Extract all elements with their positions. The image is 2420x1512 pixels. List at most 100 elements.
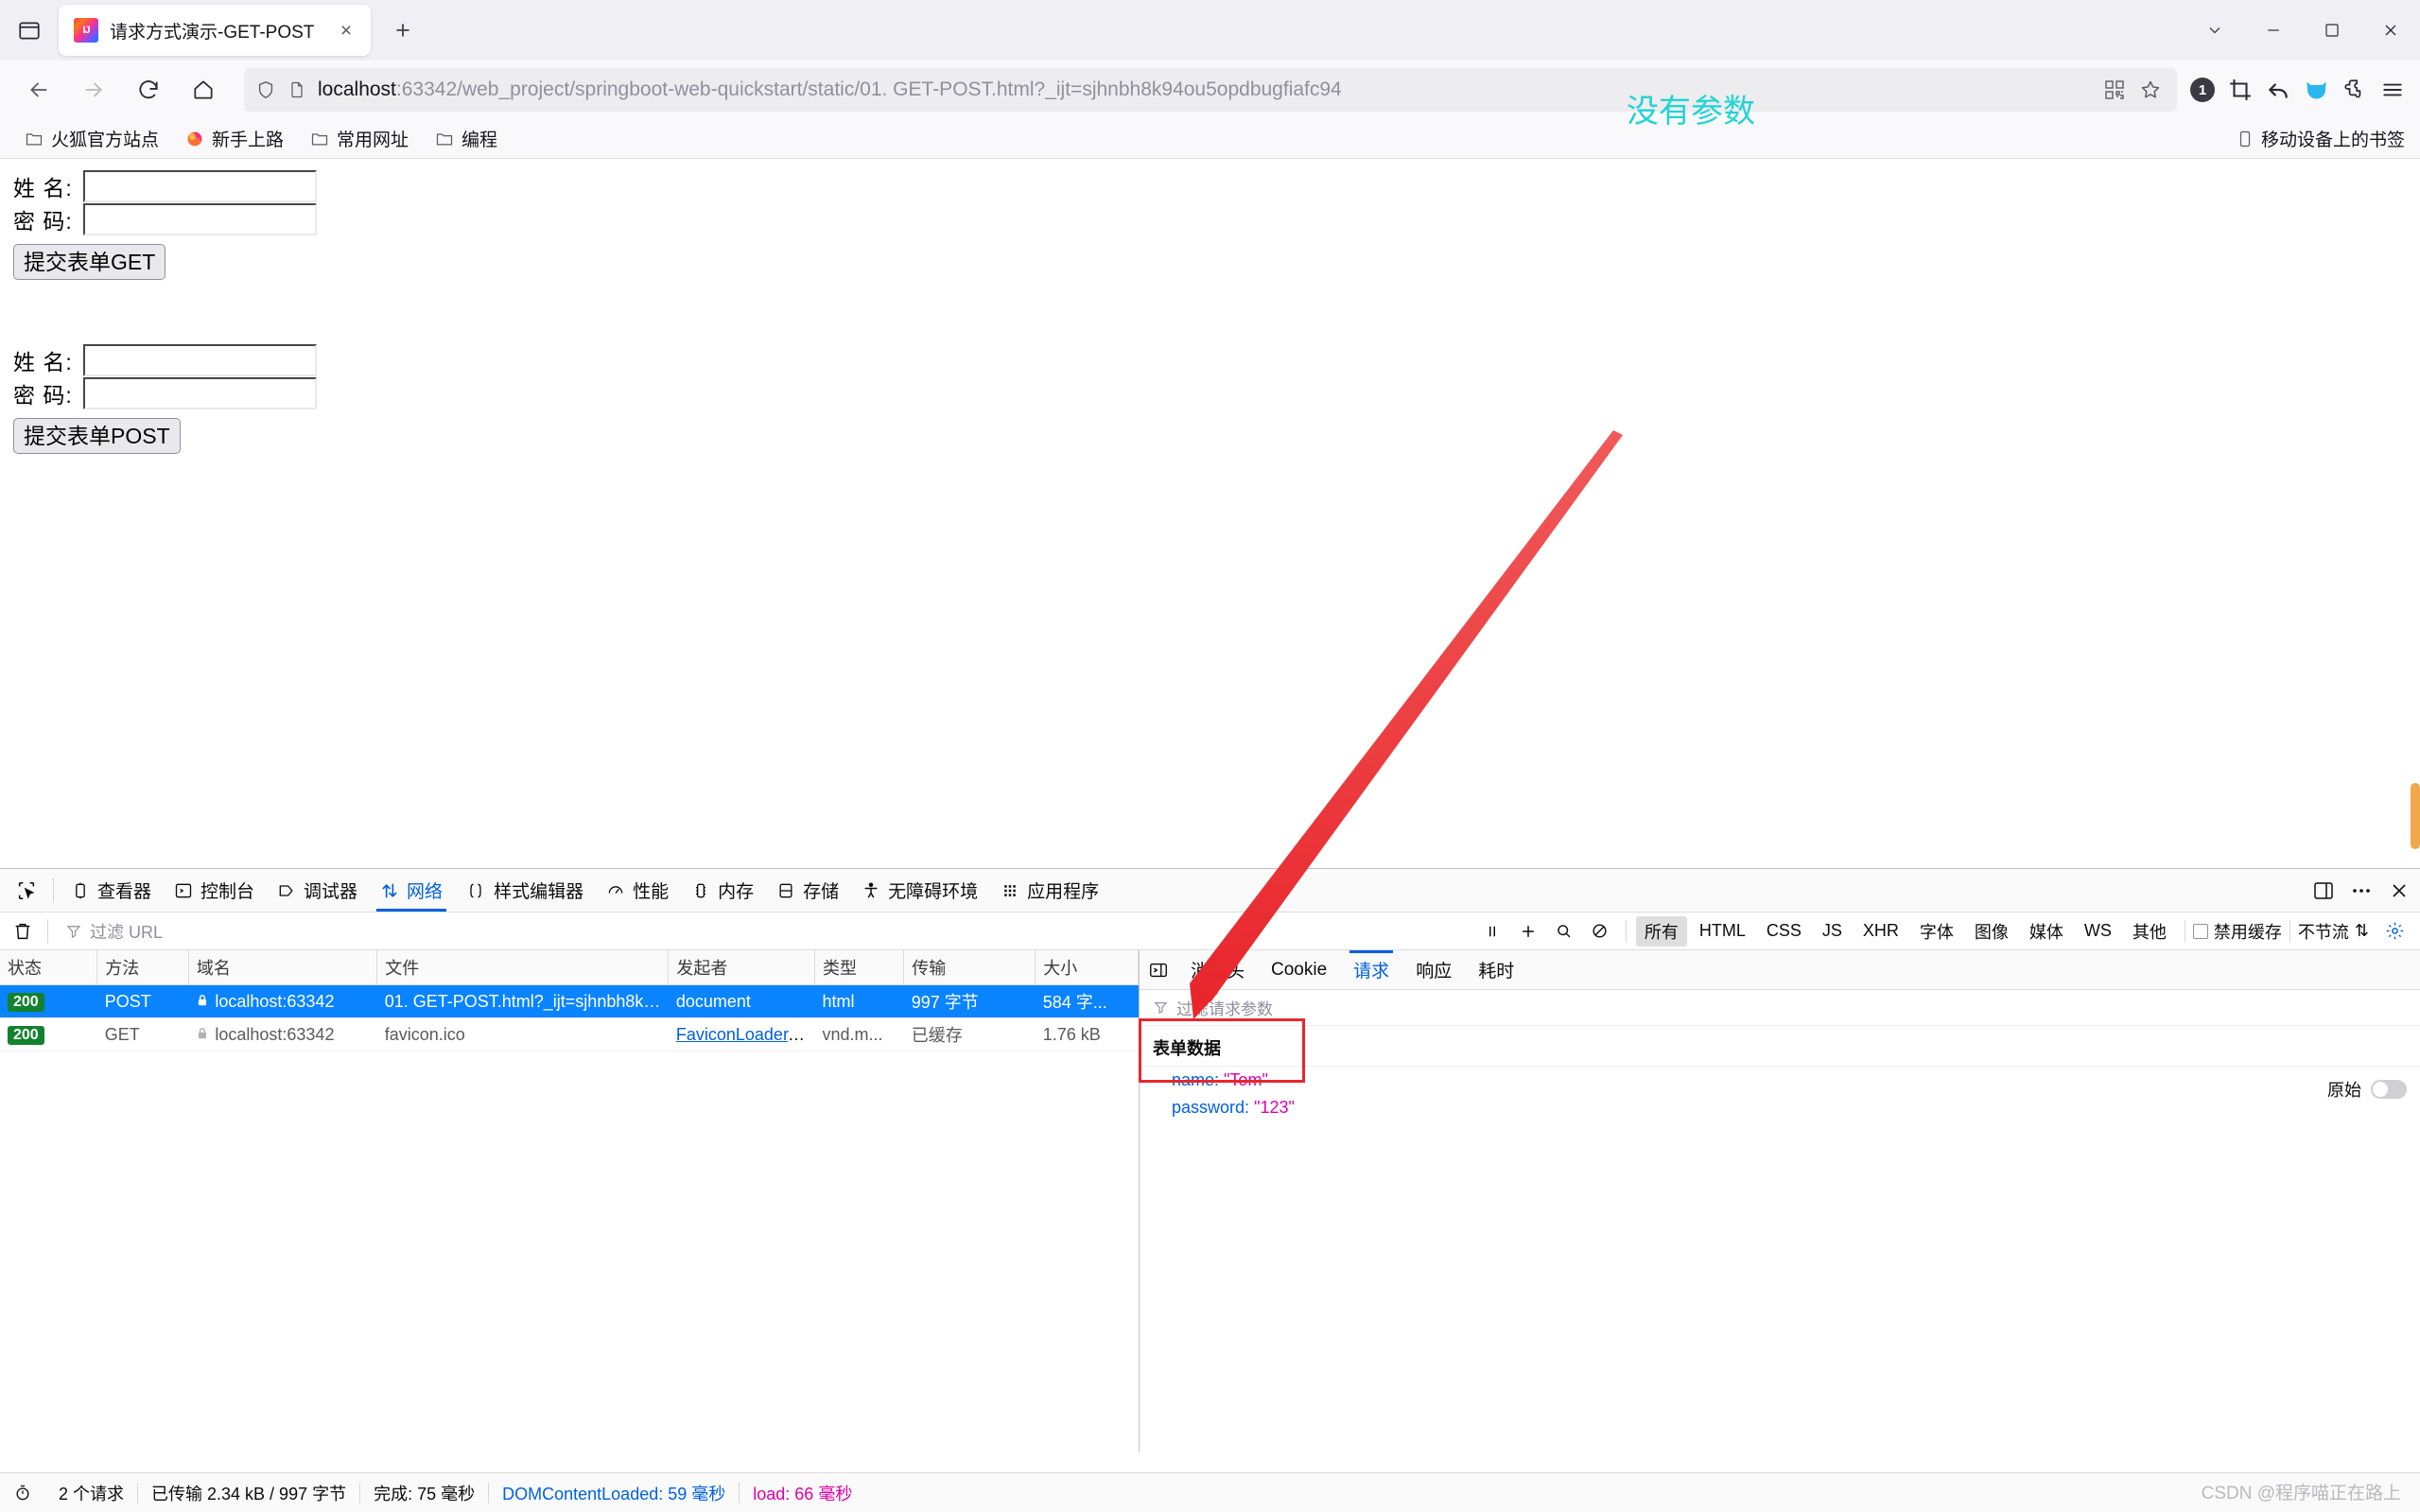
column-initiator[interactable]: 发起者 [669,950,815,985]
new-tab-button[interactable]: + [382,9,424,51]
filter-chip-media[interactable]: 媒体 [2021,916,2072,947]
submit-post-button[interactable]: 提交表单POST [13,418,181,454]
tab-list-icon[interactable] [8,9,51,52]
detail-filter-input[interactable]: 过滤请求参数 [1140,990,2420,1026]
filter-chip-js[interactable]: JS [1814,918,1851,944]
password-input[interactable] [83,377,317,409]
filter-chip-ws[interactable]: WS [2076,918,2120,944]
pause-icon[interactable] [1474,917,1510,946]
bookmark-item-1[interactable]: 新手上路 [176,123,293,155]
column-domain[interactable]: 域名 [188,950,376,985]
trash-icon[interactable] [4,921,42,942]
devtools-tab-application[interactable]: 应用程序 [989,870,1110,912]
devtools-tab-console[interactable]: 控制台 [163,870,266,912]
filter-chip-font[interactable]: 字体 [1911,916,1962,947]
filter-chip-html[interactable]: HTML [1691,918,1754,944]
cell-initiator[interactable]: FaviconLoader.sy... [669,1018,815,1051]
notification-count-badge[interactable]: 1 [2190,78,2215,102]
reload-icon[interactable] [123,64,174,115]
table-row[interactable]: 200 POST localhost:63342 01. GET-POST.ht… [0,985,1139,1018]
raw-toggle[interactable]: 原始 [2327,1077,2407,1102]
minimize-icon[interactable] [2244,0,2303,61]
filter-chip-image[interactable]: 图像 [1966,916,2017,947]
url-text[interactable]: localhost:63342/web_project/springboot-w… [318,78,2103,101]
dock-icon[interactable] [2312,879,2335,902]
devtools-tab-debugger[interactable]: 调试器 [266,870,369,912]
bookmark-star-icon[interactable] [2139,78,2162,101]
form-post: 姓 名: 密 码: 提交表单POST [13,344,317,454]
shield-icon[interactable] [255,79,276,100]
plus-icon[interactable] [1510,917,1546,946]
devtools-toolbar: 查看器 控制台 调试器 网络 样式编辑器 性能 [0,869,2420,912]
password-input[interactable] [83,203,317,235]
devtools-tab-accessibility[interactable]: 无障碍环境 [850,870,989,912]
browser-tab[interactable]: 请求方式演示-GET-POST × [59,5,371,56]
cat-extension-icon[interactable] [2304,78,2329,103]
bookmark-item-0[interactable]: 火狐官方站点 [15,123,168,155]
filter-chip-all[interactable]: 所有 [1636,916,1687,947]
detail-tab-timings[interactable]: 耗时 [1465,950,1527,989]
detail-tab-cookies[interactable]: Cookie [1258,950,1340,989]
close-window-icon[interactable] [2361,0,2420,61]
folder-icon [310,130,329,148]
bookmark-label: 新手上路 [212,126,284,151]
column-file[interactable]: 文件 [377,950,669,985]
back-icon[interactable] [13,64,64,115]
disable-cache-checkbox[interactable]: 禁用缓存 [2193,919,2282,944]
home-icon[interactable] [178,64,229,115]
forward-icon[interactable] [68,64,119,115]
filter-url-input[interactable]: 过滤 URL [65,919,163,944]
column-type[interactable]: 类型 [815,950,904,985]
maximize-icon[interactable] [2303,0,2361,61]
column-method[interactable]: 方法 [97,950,189,985]
initiator-link[interactable]: FaviconLoader.sy... [676,1025,815,1044]
devtools-tab-memory[interactable]: 内存 [680,870,765,912]
url-bar[interactable]: localhost:63342/web_project/springboot-w… [244,68,2177,112]
detail-tab-headers[interactable]: 消息头 [1177,950,1258,989]
devtools-tab-network[interactable]: 网络 [369,870,454,912]
table-row[interactable]: 200 GET localhost:63342 favicon.ico Favi… [0,1018,1139,1051]
name-input[interactable] [83,344,317,376]
element-picker-icon[interactable] [6,870,47,912]
devtools-tab-style-editor[interactable]: 样式编辑器 [454,870,595,912]
crop-icon[interactable] [2228,78,2253,102]
page-scrollbar-thumb[interactable] [2411,783,2420,849]
block-icon[interactable] [1582,917,1618,946]
close-icon[interactable]: × [331,15,361,45]
submit-get-button[interactable]: 提交表单GET [13,244,165,280]
detail-tab-request[interactable]: 请求 [1340,950,1402,989]
column-size[interactable]: 大小 [1036,950,1139,985]
undo-arrow-icon[interactable] [2266,78,2290,102]
more-options-icon[interactable] [2350,879,2373,902]
filter-chip-other[interactable]: 其他 [2124,916,2175,947]
search-icon[interactable] [1546,917,1582,946]
throttling-select[interactable]: 不节流 ⇅ [2298,919,2369,944]
column-transferred[interactable]: 传输 [904,950,1036,985]
detail-tab-response[interactable]: 响应 [1402,950,1465,989]
load-time: load: 66 毫秒 [740,1481,865,1505]
devtools-tab-inspector[interactable]: 查看器 [60,870,163,912]
name-input[interactable] [83,170,317,202]
page-info-icon[interactable] [287,79,306,100]
filter-chip-xhr[interactable]: XHR [1854,918,1907,944]
app-menu-icon[interactable] [2380,78,2405,102]
filter-chip-css[interactable]: CSS [1758,918,1810,944]
accessibility-icon [862,881,880,900]
close-icon[interactable] [2388,879,2411,902]
raw-switch[interactable] [2371,1080,2407,1099]
toolbar-right: 1 [2190,78,2420,103]
column-status[interactable]: 状态 [0,950,97,985]
mobile-bookmarks-item[interactable]: 移动设备上的书签 [2237,126,2405,151]
tab-label: 调试器 [304,878,357,903]
panel-toggle-icon[interactable] [1140,960,1177,981]
devtools-tab-performance[interactable]: 性能 [595,870,680,912]
list-all-tabs-icon[interactable] [2185,0,2244,61]
puzzle-extension-icon[interactable] [2342,78,2367,102]
devtools-tab-storage[interactable]: 存储 [765,870,850,912]
bookmark-item-3[interactable]: 编程 [426,123,507,155]
tab-label: 应用程序 [1027,878,1099,903]
gear-icon[interactable] [2376,917,2412,946]
storage-icon [776,881,795,900]
bookmark-item-2[interactable]: 常用网址 [301,123,418,155]
qr-code-icon[interactable] [2103,78,2126,101]
